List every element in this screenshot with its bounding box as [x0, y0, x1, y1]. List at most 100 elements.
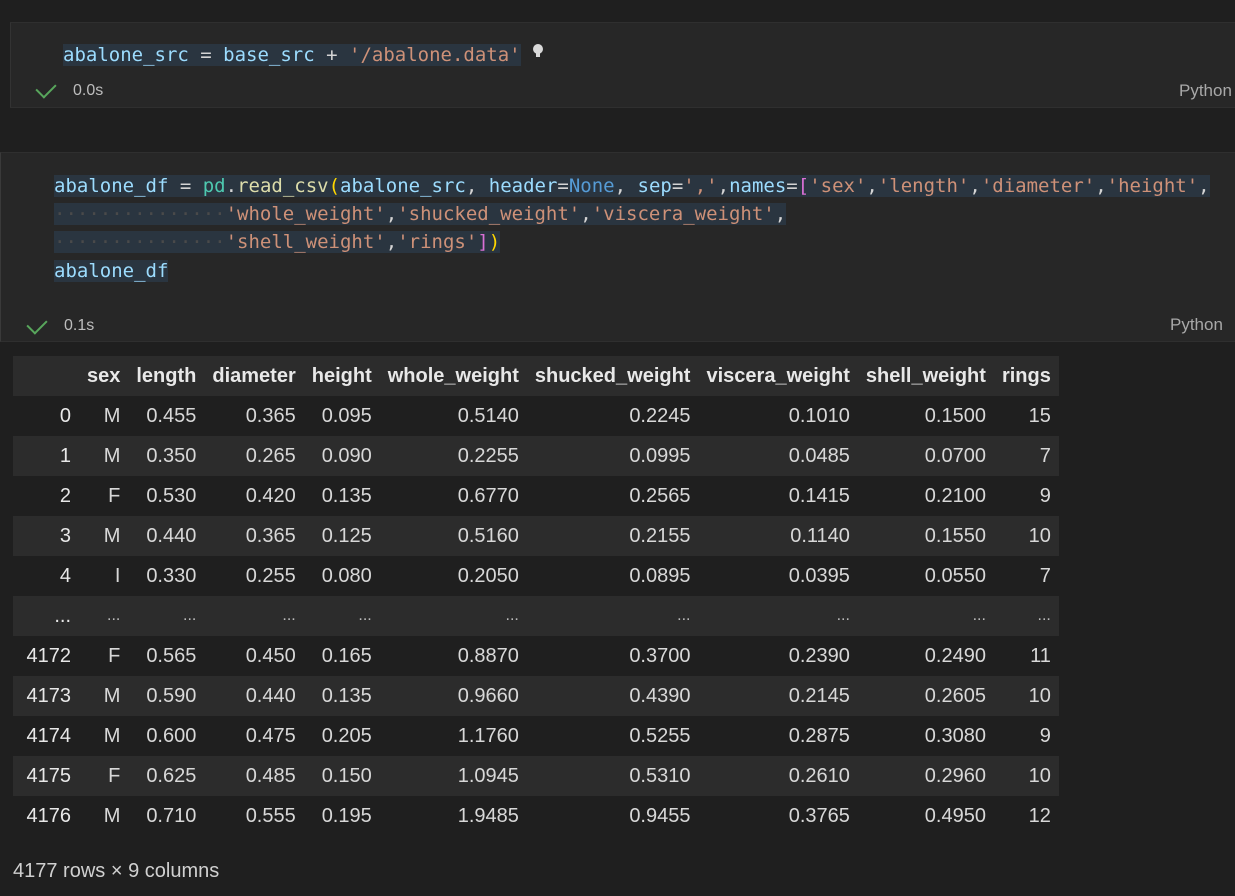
- table-cell: 0.205: [321, 724, 372, 747]
- table-cell: 0.195: [321, 804, 372, 827]
- kernel-language-label[interactable]: Python: [1170, 315, 1223, 335]
- table-cell: 0.090: [321, 444, 372, 467]
- table-cell: 1.9485: [457, 804, 519, 827]
- table-cell: 0.2490: [924, 644, 986, 667]
- row-index: 4176: [26, 804, 72, 827]
- code-token: base_src: [223, 44, 315, 66]
- table-cell: 0.9660: [457, 684, 519, 707]
- column-header: viscera_weight: [706, 364, 850, 387]
- table-cell: 0.135: [321, 684, 372, 707]
- table-cell: 0.150: [321, 764, 372, 787]
- column-header: whole_weight: [387, 364, 519, 387]
- column-header: shell_weight: [865, 364, 986, 387]
- table-cell: 1.0945: [457, 764, 519, 787]
- table-row: 4172 F 0.565 0.450 0.165 0.8870 0.3700 0.2390 0.…: [13, 636, 1059, 676]
- table-cell: 0.2050: [457, 564, 519, 587]
- code-token: +: [314, 44, 350, 66]
- column-header: [13, 356, 79, 396]
- table-cell: 0.4950: [924, 804, 986, 827]
- code-token: =: [671, 175, 684, 197]
- table-cell: 0.5160: [457, 524, 519, 547]
- code-token: .: [225, 175, 238, 197]
- code-token: 'length': [877, 175, 970, 197]
- code-line[interactable]: abalone_df = pd.read_csv(abalone_src, he…: [54, 172, 1210, 200]
- column-header: diameter: [212, 364, 296, 387]
- code-token: [: [797, 175, 810, 197]
- code-token: ,: [717, 175, 730, 197]
- check-icon: [26, 313, 48, 335]
- table-cell: 1.1760: [457, 724, 519, 747]
- code-line[interactable]: ···············'shell_weight','rings']): [54, 228, 501, 256]
- code-token: 'whole_weight': [225, 203, 386, 225]
- table-cell: 10: [1028, 524, 1051, 547]
- table-header-row: sex length diameter height whole_weight …: [13, 356, 1059, 396]
- code-token: pd: [202, 175, 226, 197]
- table-cell: ...: [358, 607, 372, 624]
- code-token: (: [328, 175, 341, 197]
- table-cell: 0.2960: [924, 764, 986, 787]
- table-cell: 0.2875: [788, 724, 850, 747]
- table-cell: 0.0995: [629, 444, 691, 467]
- table-cell: 0.450: [245, 644, 296, 667]
- code-token: =: [786, 175, 798, 197]
- code-token: ,: [969, 175, 981, 197]
- code-token: '/abalone.data': [349, 44, 521, 66]
- code-token: None: [568, 175, 615, 197]
- execution-time: 0.1s: [64, 317, 95, 334]
- table-cell: 0.125: [321, 524, 372, 547]
- table-cell: 0.8870: [457, 644, 519, 667]
- table-cell: M: [103, 684, 121, 707]
- table-cell: 0.6770: [457, 484, 519, 507]
- table-cell: ...: [107, 607, 121, 624]
- row-index: 3: [59, 524, 71, 547]
- table-row: 4175 F 0.625 0.485 0.150 1.0945 0.5310 0.2610 0.…: [13, 756, 1059, 796]
- kernel-language-label[interactable]: Python: [1179, 81, 1232, 101]
- table-cell: 10: [1028, 684, 1051, 707]
- table-cell: 0.1500: [924, 404, 986, 427]
- code-token: 'sex': [809, 175, 867, 197]
- code-token: ,: [614, 175, 638, 197]
- table-cell: 0.5140: [457, 404, 519, 427]
- code-line[interactable]: ···············'whole_weight','shucked_w…: [54, 200, 787, 228]
- table-cell: ...: [677, 607, 691, 624]
- code-cell-2[interactable]: abalone_df = pd.read_csv(abalone_src, he…: [0, 152, 1235, 342]
- table-cell: M: [103, 524, 121, 547]
- table-cell: 0.135: [321, 484, 372, 507]
- table-row: 4174 M 0.600 0.475 0.205 1.1760 0.5255 0.2875 0.…: [13, 716, 1059, 756]
- table-cell: 0.2565: [629, 484, 691, 507]
- row-index: 4172: [26, 644, 72, 667]
- table-cell: 0.600: [146, 724, 197, 747]
- table-cell: 0.440: [245, 684, 296, 707]
- table-cell: 7: [1039, 444, 1051, 467]
- table-cell: 0.565: [146, 644, 197, 667]
- table-cell: 0.1415: [788, 484, 850, 507]
- row-index: 4: [59, 564, 71, 587]
- code-token: ,: [385, 231, 398, 253]
- code-line[interactable]: abalone_df: [54, 257, 169, 285]
- table-cell: 0.1140: [790, 524, 850, 547]
- table-cell: 0.555: [245, 804, 296, 827]
- table-cell: 0.420: [245, 484, 296, 507]
- code-line[interactable]: abalone_src = base_src + '/abalone.data': [63, 41, 521, 69]
- table-cell: 15: [1028, 404, 1051, 427]
- table-cell: 0.5310: [629, 764, 691, 787]
- table-cell: M: [103, 724, 121, 747]
- code-token: names: [729, 175, 787, 197]
- table-cell: 0.330: [146, 564, 197, 587]
- code-token: abalone_src: [63, 44, 189, 66]
- code-token: 'rings': [397, 231, 478, 253]
- table-cell: 0.530: [146, 484, 197, 507]
- table-cell: 0.4390: [629, 684, 691, 707]
- table-row: 2 F 0.530 0.420 0.135 0.6770 0.2565 0.1415 0.210…: [13, 476, 1059, 516]
- table-cell: 0.095: [321, 404, 372, 427]
- table-cell: 0.255: [245, 564, 296, 587]
- table-cell: 0.2155: [629, 524, 691, 547]
- code-token: ,: [1198, 175, 1210, 197]
- table-cell: 0.265: [245, 444, 296, 467]
- lightbulb-icon[interactable]: [533, 44, 543, 58]
- table-cell: 0.080: [321, 564, 372, 587]
- table-cell: 0.455: [146, 404, 197, 427]
- table-cell: 0.3700: [629, 644, 691, 667]
- table-cell: 0.2605: [924, 684, 986, 707]
- code-cell-1[interactable]: abalone_src = base_src + '/abalone.data'…: [10, 22, 1235, 108]
